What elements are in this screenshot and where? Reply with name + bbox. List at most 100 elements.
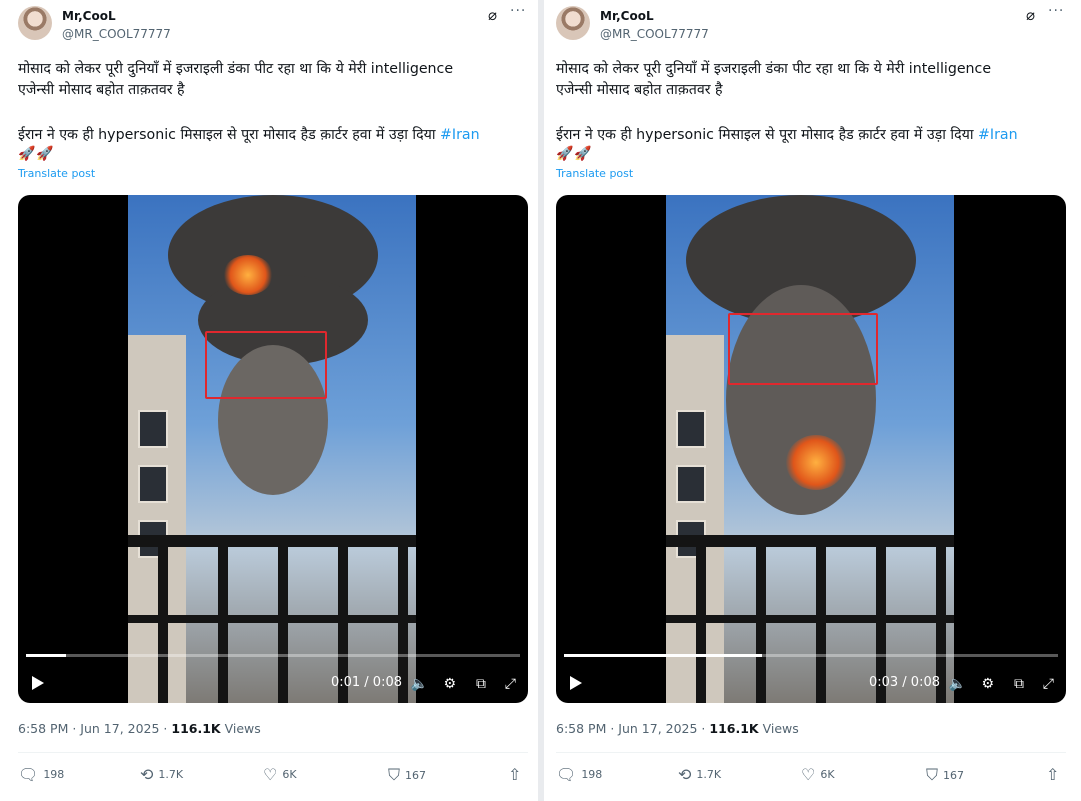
repost-icon: ⟲ [140,765,154,784]
foreground-building [128,335,186,703]
railing [666,615,954,623]
more-icon[interactable]: ··· [510,3,526,19]
fire-burst [223,255,273,295]
separator [556,752,1066,753]
settings-icon[interactable]: ⚙ [981,676,994,692]
action-bar: 🗨 198 ⟲ 1.7K ♡ 6K ⛉ 167 ⇧ [556,765,1066,787]
video-frame[interactable] [666,195,954,703]
video-progress-fill [564,654,762,657]
post-text-line3: ईरान ने एक ही hypersonic मिसाइल से पूरा … [18,124,523,146]
share-button[interactable]: ⇧ [1046,765,1059,784]
post-meta: 6:58 PM · Jun 17, 2025 · 116.1K Views [556,721,799,736]
fire-burst [786,435,846,490]
author-handle[interactable]: @MR_COOL77777 [62,27,171,41]
post-text-line1: मोसाद को लेकर पूरी दुनियाँ में इजराइली ड… [556,61,992,77]
like-count: 6K [282,768,297,781]
bookmark-count: 167 [405,768,427,782]
author-handle[interactable]: @MR_COOL77777 [600,27,709,41]
heart-icon: ♡ [263,765,278,784]
author-name[interactable]: Mr,CooL [62,9,116,23]
bookmark-button[interactable]: ⛉ 167 [388,765,426,785]
post-text-line2: एजेन्सी मोसाद बहोत ताक़तवर है [18,82,185,98]
video-time: 0:03 / 0:08 [868,675,940,690]
fullscreen-icon[interactable]: ⤢ [1043,676,1054,692]
highlight-box [728,313,878,385]
railing [128,615,416,623]
video-time: 0:01 / 0:08 [330,675,402,690]
settings-icon[interactable]: ⚙ [443,676,456,692]
play-icon[interactable] [570,676,582,690]
screenshot-divider [538,0,544,801]
avatar[interactable] [556,6,590,40]
views-label: Views [758,721,799,736]
repost-button[interactable]: ⟲ 1.7K [678,765,721,784]
views-label: Views [220,721,261,736]
repost-icon: ⟲ [678,765,692,784]
tweet-card-right: Mr,CooL @MR_COOL77777 ⌀ ··· मोसाद को लेक… [548,0,1068,801]
video-progress-fill [26,654,66,657]
post-text-line2: एजेन्सी मोसाद बहोत ताक़तवर है [556,82,723,98]
separator [18,752,528,753]
volume-icon[interactable]: 🔈 [949,676,966,692]
bookmark-count: 167 [943,768,965,782]
post-timestamp[interactable]: 6:58 PM · Jun 17, 2025 · [556,721,709,736]
video-controls: 0:01 / 0:08 🔈 ⚙ ⧉ ⤢ [18,661,528,703]
railing [666,535,954,547]
video-progress-bar[interactable] [564,654,1058,657]
grok-icon[interactable]: ⌀ [488,6,497,24]
reply-count: 198 [581,768,603,781]
hashtag-link[interactable]: #Iran [440,127,480,143]
highlight-box [205,331,327,399]
grok-icon[interactable]: ⌀ [1026,6,1035,24]
post-meta: 6:58 PM · Jun 17, 2025 · 116.1K Views [18,721,261,736]
video-frame[interactable] [128,195,416,703]
bookmark-icon: ⛉ [926,765,939,784]
rocket-emoji: 🚀🚀 [556,146,593,162]
pip-icon[interactable]: ⧉ [476,676,486,692]
like-button[interactable]: ♡ 6K [801,765,835,784]
action-bar: 🗨 198 ⟲ 1.7K ♡ 6K ⛉ 167 ⇧ [18,765,528,787]
volume-icon[interactable]: 🔈 [411,676,428,692]
more-icon[interactable]: ··· [1048,3,1064,19]
avatar[interactable] [18,6,52,40]
translate-post-link[interactable]: Translate post [18,167,95,180]
repost-count: 1.7K [158,768,184,781]
heart-icon: ♡ [801,765,816,784]
share-button[interactable]: ⇧ [508,765,521,784]
rocket-emoji: 🚀🚀 [18,146,55,162]
reply-button[interactable]: 🗨 198 [18,765,64,784]
post-timestamp[interactable]: 6:58 PM · Jun 17, 2025 · [18,721,171,736]
post-text-body: ईरान ने एक ही hypersonic मिसाइल से पूरा … [556,127,979,143]
video-player[interactable]: 0:01 / 0:08 🔈 ⚙ ⧉ ⤢ [18,195,528,703]
window [676,410,706,448]
reply-button[interactable]: 🗨 198 [556,765,602,784]
reply-icon: 🗨 [556,765,577,784]
views-count: 116.1K [171,721,221,736]
window [138,410,168,448]
play-icon[interactable] [32,676,44,690]
video-player[interactable]: 0:03 / 0:08 🔈 ⚙ ⧉ ⤢ [556,195,1066,703]
repost-count: 1.7K [696,768,722,781]
bookmark-icon: ⛉ [388,765,401,784]
post-text-body: ईरान ने एक ही hypersonic मिसाइल से पूरा … [18,127,441,143]
video-controls: 0:03 / 0:08 🔈 ⚙ ⧉ ⤢ [556,661,1066,703]
share-icon: ⇧ [1046,765,1060,784]
bookmark-button[interactable]: ⛉ 167 [926,765,964,785]
window [676,465,706,503]
video-progress-bar[interactable] [26,654,520,657]
like-count: 6K [820,768,835,781]
translate-post-link[interactable]: Translate post [556,167,633,180]
like-button[interactable]: ♡ 6K [263,765,297,784]
pip-icon[interactable]: ⧉ [1014,676,1024,692]
share-icon: ⇧ [508,765,522,784]
window [138,465,168,503]
reply-count: 198 [43,768,65,781]
railing [128,535,416,547]
fullscreen-icon[interactable]: ⤢ [505,676,516,692]
post-text-line3: ईरान ने एक ही hypersonic मिसाइल से पूरा … [556,124,1061,146]
author-name[interactable]: Mr,CooL [600,9,654,23]
views-count: 116.1K [709,721,759,736]
hashtag-link[interactable]: #Iran [978,127,1018,143]
repost-button[interactable]: ⟲ 1.7K [140,765,183,784]
post-text-line1: मोसाद को लेकर पूरी दुनियाँ में इजराइली ड… [18,61,454,77]
